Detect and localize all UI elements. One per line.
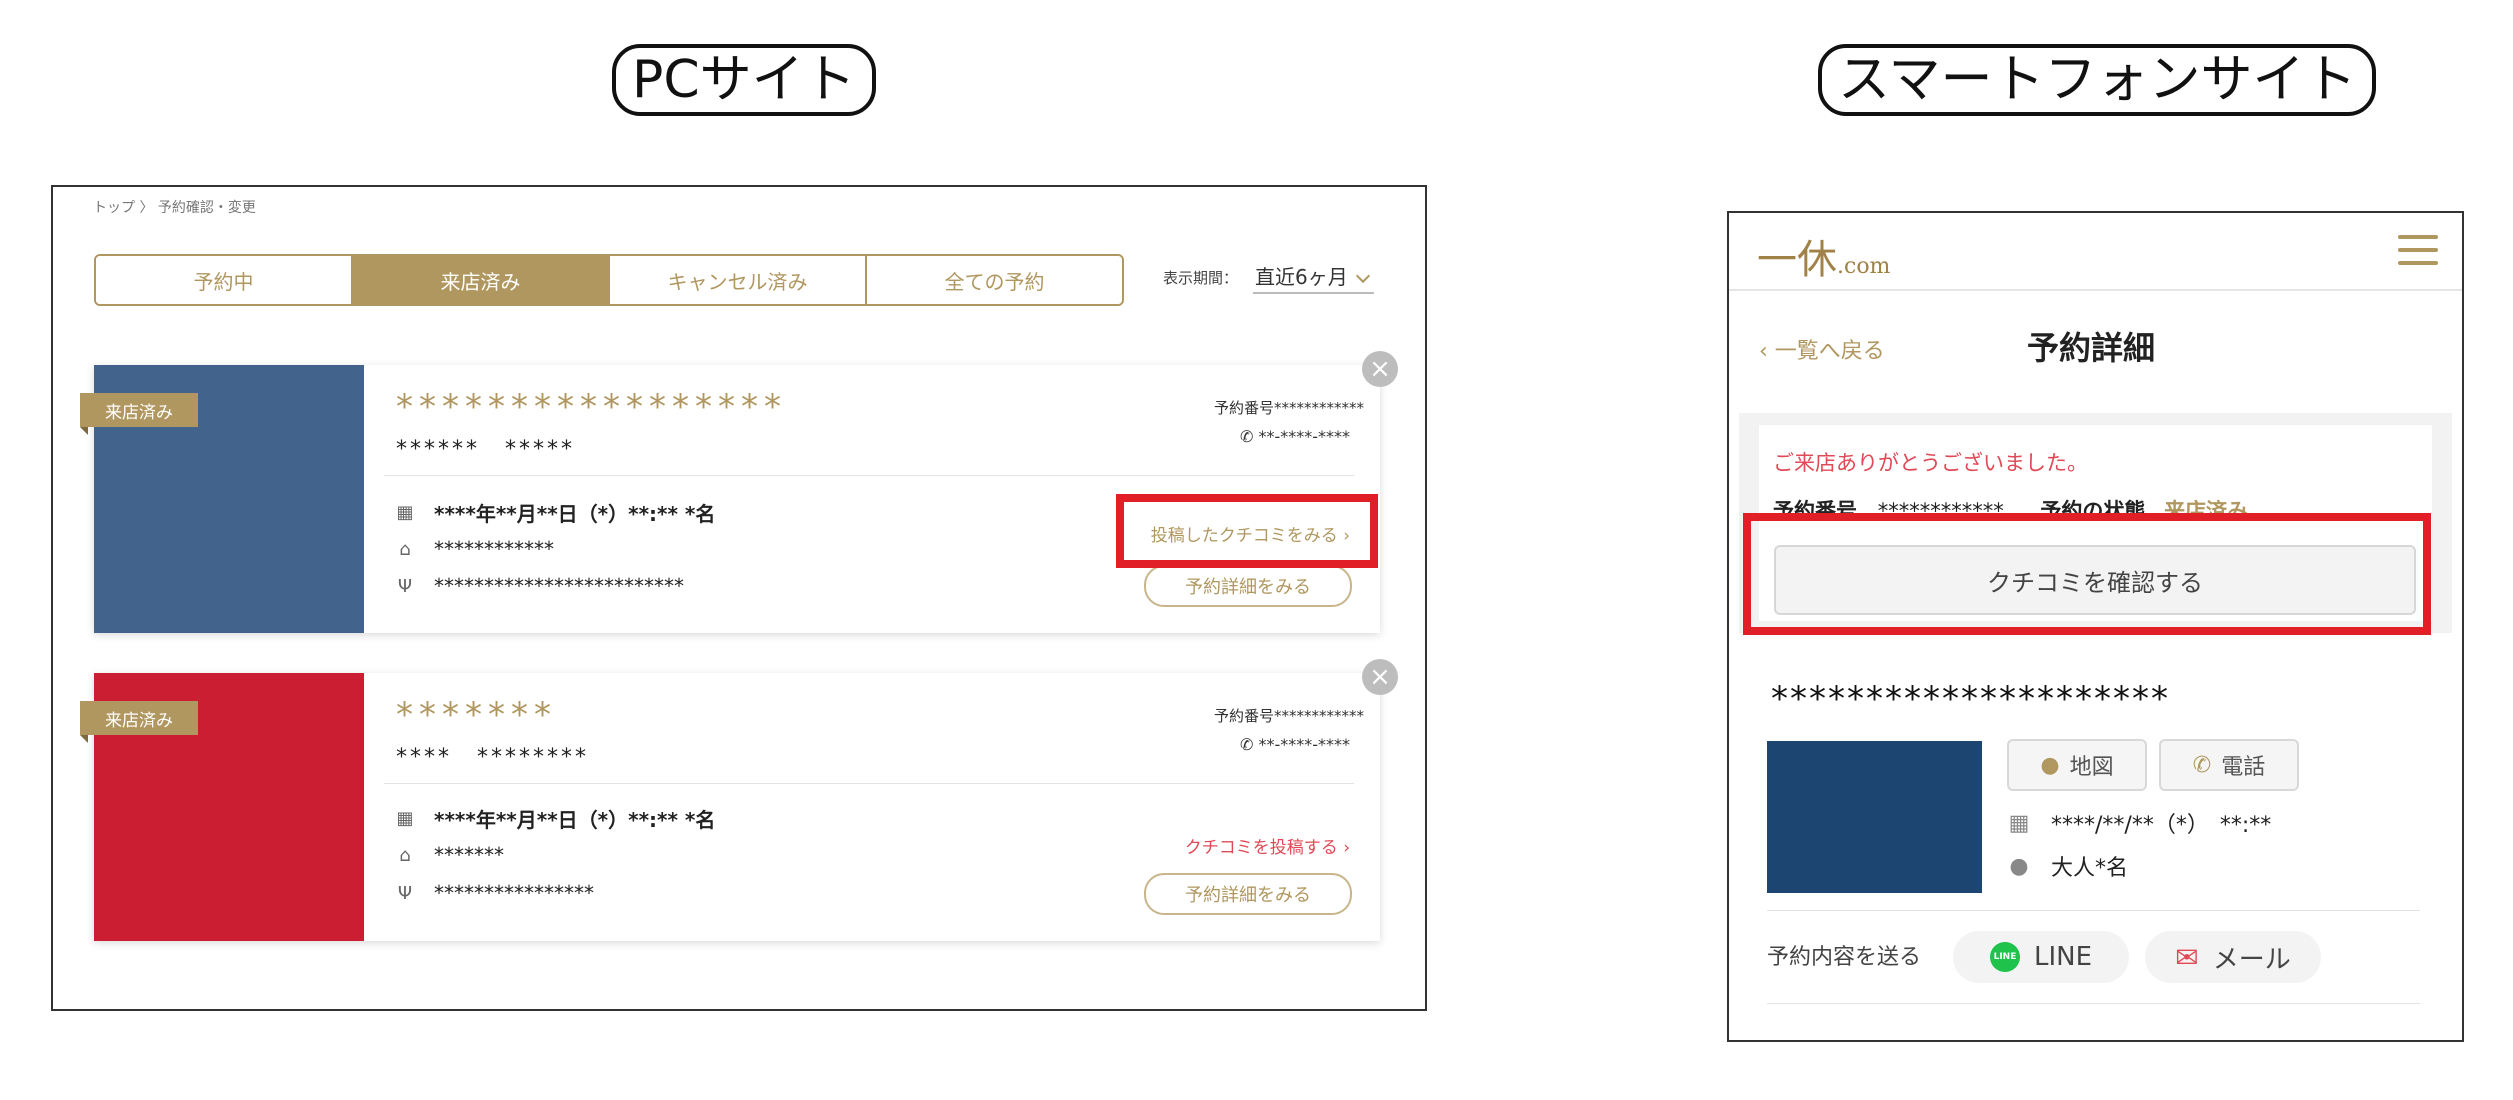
hamburger-menu-icon[interactable] [2398, 235, 2438, 265]
people: 大人*名 [2051, 856, 2129, 881]
send-reservation-label: 予約内容を送る [1767, 945, 1922, 970]
phone-line: ✆ **-****-**** [1240, 427, 1350, 446]
close-icon[interactable]: × [1362, 659, 1398, 695]
restaurant-subtitle: ****** ***** [396, 437, 576, 462]
logo-text: 一休 [1757, 237, 1837, 283]
chevron-down-icon [1355, 268, 1370, 284]
datetime-row: ▦ ****年**月**日（*）**:** *名 [394, 498, 715, 527]
back-link[interactable]: ‹ 一覧へ戻る [1759, 333, 1885, 365]
people-row: ● 大人*名 [2007, 850, 2128, 882]
mail-icon: ✉ [2175, 940, 2199, 974]
course-row: Ψ **************** [394, 881, 594, 905]
restaurant-name[interactable]: ***************** [396, 387, 787, 427]
map-button-label: 地図 [2069, 755, 2114, 780]
divider [1767, 1003, 2420, 1004]
cutlery-icon: Ψ [397, 575, 413, 597]
restaurant-name[interactable]: ******* [396, 695, 557, 735]
back-link-label: 一覧へ戻る [1774, 339, 1885, 364]
mail-button-label: メール [2212, 944, 2291, 975]
tab-reserved[interactable]: 予約中 [96, 256, 353, 304]
smartphone-screenshot: 一休.com ‹ 一覧へ戻る 予約詳細 ご来店ありがとうございました。 予約番号… [1727, 211, 2464, 1042]
period-select[interactable]: 直近6ヶ月 [1253, 261, 1374, 294]
seat-icon: ⌂ [399, 844, 411, 866]
logo-suffix: .com [1837, 254, 1891, 279]
datetime: ****年**月**日（*）**:** *名 [434, 502, 716, 526]
seat: ************ [434, 537, 554, 561]
period-label: 表示期間： [1163, 269, 1239, 287]
calendar-icon: ▦ [396, 502, 414, 523]
cutlery-icon: Ψ [397, 882, 413, 904]
restaurant-subtitle: **** ******** [396, 745, 590, 770]
phone-number: **-****-**** [1258, 427, 1350, 446]
datetime: ****/**/**（*） **:** [2051, 813, 2272, 838]
mail-share-button[interactable]: ✉ メール [2145, 931, 2321, 983]
datetime: ****年**月**日（*）**:** *名 [434, 808, 716, 832]
seat-row: ⌂ ************ [394, 537, 554, 561]
tab-cancelled[interactable]: キャンセル済み [610, 256, 867, 304]
smartphone-site-title: スマートフォンサイト [1818, 44, 2377, 116]
divider [384, 783, 1354, 784]
visited-tag: 来店済み [80, 393, 198, 435]
reservation-detail-button[interactable]: 予約詳細をみる [1144, 873, 1352, 915]
reservation-tabs: 予約中 来店済み キャンセル済み 全ての予約 [94, 254, 1124, 306]
pc-screenshot: トップ 〉 予約確認・変更 予約中 来店済み キャンセル済み 全ての予約 表示期… [51, 185, 1427, 1011]
highlight-box [1743, 513, 2431, 635]
thanks-message: ご来店ありがとうございました。 [1773, 451, 2088, 475]
visited-tag: 来店済み [80, 701, 198, 743]
reservation-number: 予約番号************ [1213, 399, 1364, 417]
phone-button-label: 電話 [2221, 755, 2266, 780]
page-title: 予約詳細 [2027, 329, 2156, 367]
map-button[interactable]: ● 地図 [2007, 739, 2147, 791]
seat: ******* [434, 843, 504, 867]
course: **************** [434, 881, 594, 905]
pc-site-title: PCサイト [612, 44, 876, 116]
phone-number: **-****-**** [1258, 735, 1350, 754]
calendar-icon: ▦ [396, 808, 414, 829]
line-button-label: LINE [2033, 942, 2093, 972]
person-icon: ● [2009, 853, 2029, 879]
datetime-row: ▦ ****/**/**（*） **:** [2007, 807, 2272, 839]
tab-all[interactable]: 全ての予約 [867, 256, 1122, 304]
phone-icon: ✆ [1239, 735, 1259, 754]
close-icon[interactable]: × [1362, 351, 1398, 387]
breadcrumb[interactable]: トップ 〉 予約確認・変更 [93, 197, 256, 217]
phone-icon: ✆ [2192, 752, 2212, 778]
post-review-link[interactable]: クチコミを投稿する › [1185, 833, 1350, 858]
tab-visited[interactable]: 来店済み [353, 256, 610, 304]
datetime-row: ▦ ****年**月**日（*）**:** *名 [394, 804, 715, 833]
chevron-left-icon: ‹ [1759, 339, 1775, 364]
course: ************************* [434, 574, 684, 598]
divider [384, 475, 1354, 476]
map-pin-icon: ● [2040, 752, 2060, 778]
restaurant-photo[interactable] [1767, 741, 1982, 893]
phone-button[interactable]: ✆ 電話 [2159, 739, 2299, 791]
phone-icon: ✆ [1239, 427, 1259, 446]
reservation-number: 予約番号************ [1213, 707, 1364, 725]
seat-row: ⌂ ******* [394, 843, 504, 867]
restaurant-name[interactable]: ********************* [1771, 679, 2170, 719]
line-icon: LINE [1989, 942, 2020, 972]
course-row: Ψ ************************* [394, 574, 684, 598]
divider [1767, 910, 2420, 911]
highlight-box [1116, 494, 1378, 568]
header: 一休.com [1729, 213, 2462, 291]
reservation-card: 来店済み ******* **** ******** 予約番号*********… [80, 659, 1398, 941]
phone-line: ✆ **-****-**** [1240, 735, 1350, 754]
reservation-detail-button[interactable]: 予約詳細をみる [1144, 565, 1352, 607]
line-share-button[interactable]: LINE LINE [1953, 931, 2129, 983]
ikyu-logo[interactable]: 一休.com [1757, 227, 1890, 285]
calendar-icon: ▦ [2008, 810, 2030, 836]
period-select-value: 直近6ヶ月 [1255, 265, 1348, 289]
seat-icon: ⌂ [399, 538, 411, 560]
